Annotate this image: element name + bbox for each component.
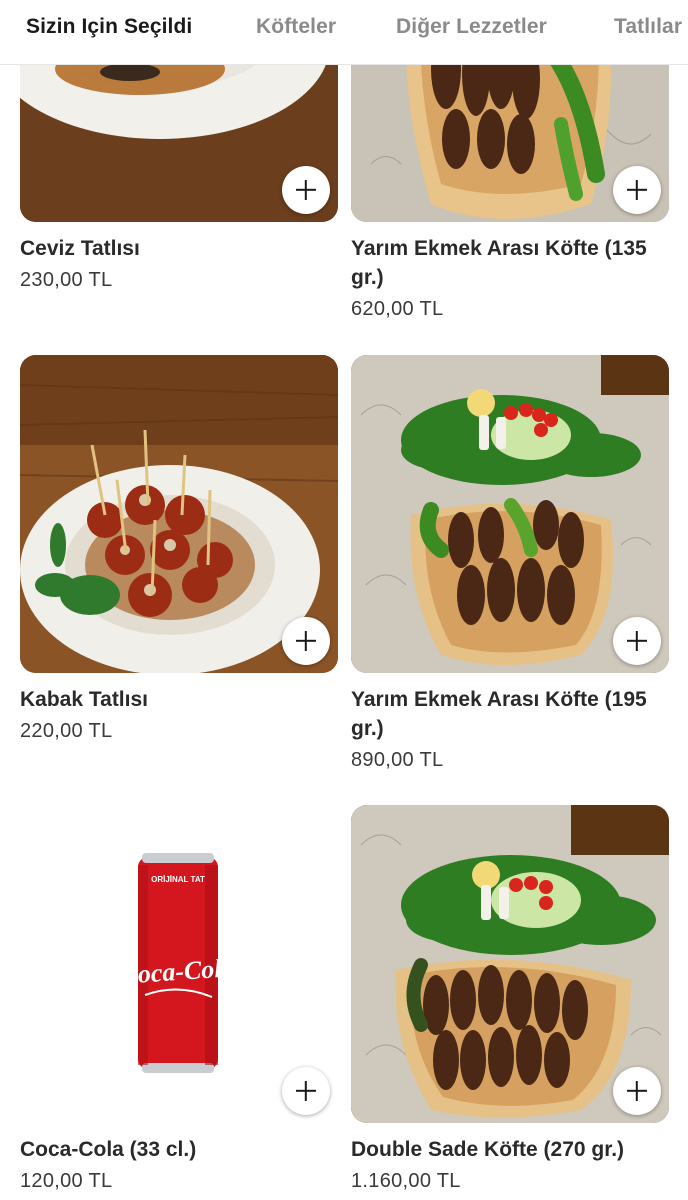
product-price: 230,00 TL bbox=[20, 269, 113, 291]
product-price: 120,00 TL bbox=[20, 1170, 113, 1192]
tab-kofteler[interactable]: Köfteler bbox=[256, 15, 336, 39]
add-to-cart-button[interactable] bbox=[613, 166, 661, 214]
tab-diger-lezzetler[interactable]: Diğer Lezzetler bbox=[396, 15, 547, 39]
product-name: Coca-Cola (33 cl.) bbox=[20, 1138, 197, 1161]
product-price: 620,00 TL bbox=[351, 298, 444, 320]
product-image-kabak-tatlisi bbox=[20, 355, 338, 673]
category-tab-bar: Sizin Için Seçildi Köfteler Diğer Lezzet… bbox=[0, 0, 688, 65]
product-card-coca-cola[interactable]: ORİJİNAL TAT Coca-Cola Coca-Cola (33 cl.… bbox=[20, 805, 350, 1194]
product-name: Yarım Ekmek Arası Köfte (195 gr.) bbox=[351, 688, 647, 740]
product-price: 220,00 TL bbox=[20, 720, 113, 742]
product-image-double-sade-kofte bbox=[351, 805, 669, 1123]
product-name: Yarım Ekmek Arası Köfte (135 gr.) bbox=[351, 237, 647, 289]
product-card-double-sade-kofte[interactable]: Double Sade Köfte (270 gr.) 1.160,00 TL bbox=[351, 805, 681, 1194]
product-price: 1.160,00 TL bbox=[351, 1170, 461, 1192]
product-card-kabak-tatlisi[interactable]: Kabak Tatlısı 220,00 TL bbox=[20, 355, 350, 744]
product-price: 890,00 TL bbox=[351, 749, 444, 771]
product-image-coca-cola: ORİJİNAL TAT Coca-Cola bbox=[20, 805, 338, 1123]
add-to-cart-button[interactable] bbox=[282, 617, 330, 665]
product-card-yarim-ekmek-195[interactable]: Yarım Ekmek Arası Köfte (195 gr.) 890,00… bbox=[351, 355, 681, 773]
product-name: Double Sade Köfte (270 gr.) bbox=[351, 1138, 625, 1161]
tab-tatlilar[interactable]: Tatlılar bbox=[614, 15, 682, 39]
tab-sizin-icin-secildi[interactable]: Sizin Için Seçildi bbox=[26, 15, 192, 39]
product-name: Ceviz Tatlısı bbox=[20, 237, 140, 260]
can-top-text: ORİJİNAL TAT bbox=[151, 875, 205, 884]
add-to-cart-button[interactable] bbox=[613, 1067, 661, 1115]
add-to-cart-button[interactable] bbox=[282, 1067, 330, 1115]
product-name: Kabak Tatlısı bbox=[20, 688, 148, 711]
add-to-cart-button[interactable] bbox=[613, 617, 661, 665]
product-image-yarim-ekmek-195 bbox=[351, 355, 669, 673]
add-to-cart-button[interactable] bbox=[282, 166, 330, 214]
